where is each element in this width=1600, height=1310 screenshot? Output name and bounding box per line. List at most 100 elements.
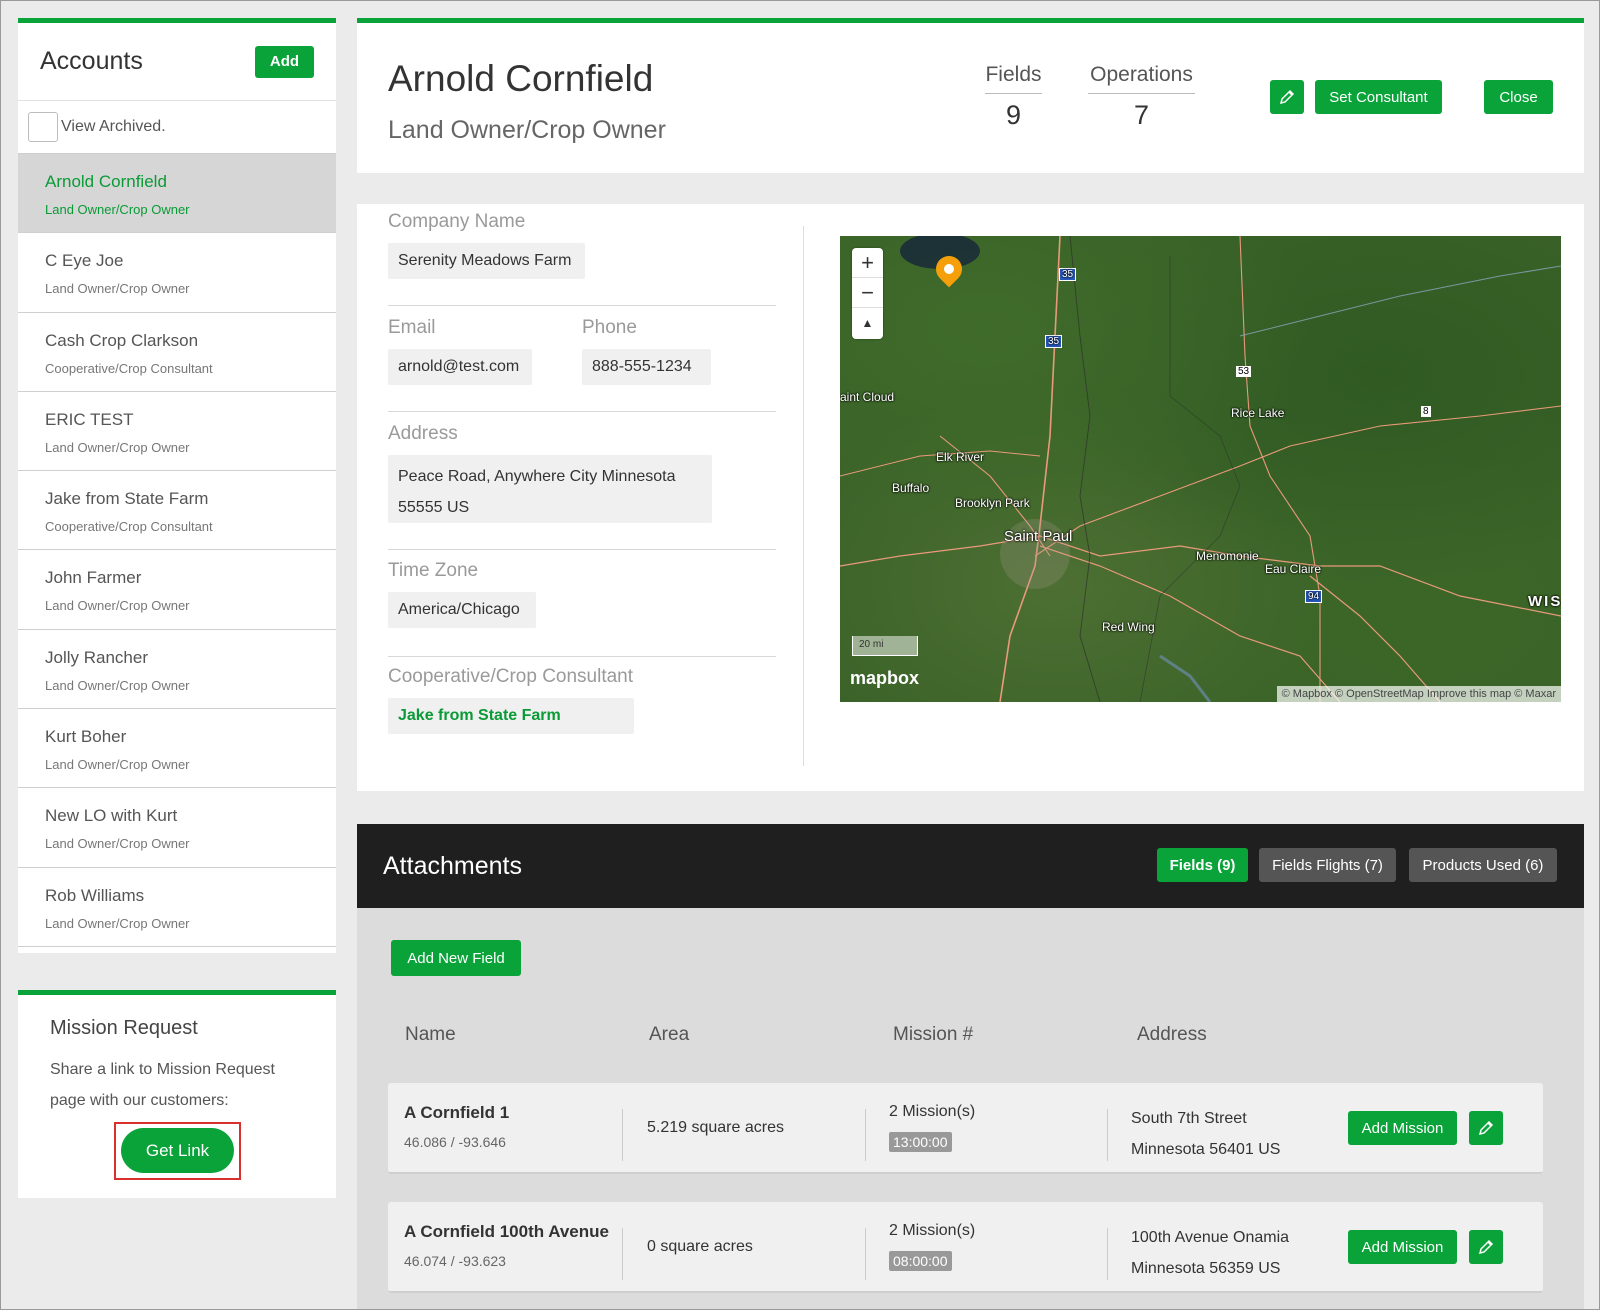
email-value: arnold@test.com <box>388 349 532 385</box>
accounts-title: Accounts <box>40 47 143 75</box>
account-item[interactable]: Rob Williams Land Owner/Crop Owner <box>18 868 336 947</box>
column-header-name: Name <box>405 1024 456 1045</box>
phone-value: 888-555-1234 <box>582 349 711 385</box>
add-new-field-button[interactable]: Add New Field <box>391 940 521 976</box>
pencil-icon <box>1478 1120 1494 1136</box>
account-item[interactable]: ERIC TEST Land Owner/Crop Owner <box>18 392 336 472</box>
field-address-line2: Minnesota 56359 US <box>1131 1260 1281 1277</box>
account-item[interactable]: C Eye Joe Land Owner/Crop Owner <box>18 233 336 313</box>
account-role: Land Owner/Crop Owner <box>45 281 190 297</box>
account-item[interactable]: Cash Crop Clarkson Cooperative/Crop Cons… <box>18 313 336 392</box>
close-button[interactable]: Close <box>1484 80 1553 114</box>
interstate-shield-icon: 35 <box>1059 268 1077 281</box>
consultant-label: Cooperative/Crop Consultant <box>388 666 634 687</box>
mission-time-badge: 08:00:00 <box>889 1251 952 1271</box>
tab-fields[interactable]: Fields (9) <box>1157 848 1248 882</box>
add-account-button[interactable]: Add <box>255 45 314 78</box>
location-map[interactable]: + − ▲ aint Cloud Elk River Buffalo Brook… <box>840 236 1561 702</box>
account-subtitle: Land Owner/Crop Owner <box>388 116 666 144</box>
account-role: Cooperative/Crop Consultant <box>45 519 213 535</box>
divider <box>865 1228 866 1280</box>
account-name: ERIC TEST <box>45 409 134 429</box>
map-attribution[interactable]: © Mapbox © OpenStreetMap Improve this ma… <box>1276 686 1561 702</box>
field-area: 0 square acres <box>647 1238 753 1255</box>
highway-shield-icon: 8 <box>1421 406 1431 417</box>
account-role: Land Owner/Crop Owner <box>45 677 190 693</box>
divider <box>1107 1109 1108 1161</box>
table-row[interactable]: A Cornfield 100th Avenue 46.074 / -93.62… <box>388 1202 1543 1293</box>
divider <box>388 411 776 412</box>
tab-products-used[interactable]: Products Used (6) <box>1409 848 1557 882</box>
mission-time-badge: 13:00:00 <box>889 1132 952 1152</box>
add-mission-button[interactable]: Add Mission <box>1348 1230 1457 1264</box>
column-header-address: Address <box>1137 1024 1207 1045</box>
field-address-line2: Minnesota 56401 US <box>1131 1141 1281 1158</box>
consultant-value[interactable]: Jake from State Farm <box>388 698 634 734</box>
view-archived-label: View Archived. <box>61 118 166 135</box>
interstate-shield-icon: 94 <box>1305 590 1323 603</box>
city-label: Saint Paul <box>1004 528 1073 545</box>
table-row[interactable]: A Cornfield 1 46.086 / -93.646 5.219 squ… <box>388 1083 1543 1174</box>
company-name-label: Company Name <box>388 211 526 232</box>
zoom-in-button[interactable]: + <box>852 248 883 278</box>
account-title: Arnold Cornfield <box>388 58 654 99</box>
field-address-line1: 100th Avenue Onamia <box>1131 1229 1290 1246</box>
get-link-button[interactable]: Get Link <box>121 1128 234 1173</box>
field-name: A Cornfield 1 <box>404 1103 510 1122</box>
vertical-divider <box>803 226 804 766</box>
city-label: Elk River <box>936 450 985 464</box>
city-label: Menomonie <box>1196 549 1259 563</box>
account-name: Kurt Boher <box>45 727 127 747</box>
accounts-sidebar: Accounts Add View Archived. Arnold Cornf… <box>18 18 336 953</box>
account-header-card: Arnold Cornfield Land Owner/Crop Owner F… <box>357 18 1584 173</box>
view-archived-row[interactable]: View Archived. <box>18 101 336 154</box>
view-archived-checkbox[interactable] <box>28 112 58 142</box>
account-role: Land Owner/Crop Owner <box>45 202 190 217</box>
column-header-mission: Mission # <box>893 1024 974 1045</box>
interstate-shield-icon: 35 <box>1045 335 1063 348</box>
account-details-card: Company Name Serenity Meadows Farm Email… <box>357 204 1584 791</box>
account-role: Cooperative/Crop Consultant <box>45 360 213 376</box>
city-label: Buffalo <box>892 481 930 495</box>
edit-account-button[interactable] <box>1270 80 1304 114</box>
add-mission-button[interactable]: Add Mission <box>1348 1111 1457 1145</box>
city-label: Brooklyn Park <box>955 496 1030 510</box>
divider <box>622 1228 623 1280</box>
edit-field-button[interactable] <box>1469 1230 1503 1264</box>
attachments-title: Attachments <box>383 851 522 880</box>
fields-label: Fields <box>985 63 1042 94</box>
phone-label: Phone <box>582 317 637 338</box>
city-label: Rice Lake <box>1231 406 1285 420</box>
field-address: 100th Avenue Onamia Minnesota 56359 US <box>1131 1222 1289 1284</box>
divider <box>388 549 776 550</box>
account-name: C Eye Joe <box>45 251 124 271</box>
fields-stat: Fields 9 <box>985 63 1042 131</box>
map-controls: + − ▲ <box>852 248 883 339</box>
divider <box>1107 1228 1108 1280</box>
edit-field-button[interactable] <box>1469 1111 1503 1145</box>
divider <box>388 656 776 657</box>
zoom-out-button[interactable]: − <box>852 278 883 308</box>
account-item[interactable]: New LO with Kurt Land Owner/Crop Owner <box>18 788 336 868</box>
account-item[interactable]: Jolly Rancher Land Owner/Crop Owner <box>18 630 336 710</box>
mission-request-title: Mission Request <box>50 1017 198 1039</box>
account-role: Land Owner/Crop Owner <box>45 439 190 455</box>
attachments-panel: Attachments Fields (9) Fields Flights (7… <box>357 824 1584 1310</box>
account-item[interactable]: John Farmer Land Owner/Crop Owner <box>18 550 336 630</box>
mapbox-logo: mapbox <box>850 668 920 688</box>
divider <box>622 1109 623 1161</box>
email-label: Email <box>388 317 436 338</box>
operations-label: Operations <box>1088 63 1195 94</box>
account-name: Arnold Cornfield <box>45 172 167 191</box>
account-item[interactable]: Jake from State Farm Cooperative/Crop Co… <box>18 471 336 551</box>
mission-request-card: Mission Request Share a link to Mission … <box>18 990 336 1198</box>
account-item[interactable]: Arnold Cornfield Land Owner/Crop Owner <box>18 154 336 234</box>
pencil-icon <box>1478 1239 1494 1255</box>
set-consultant-button[interactable]: Set Consultant <box>1315 80 1442 114</box>
account-item[interactable]: Kurt Boher Land Owner/Crop Owner <box>18 709 336 789</box>
tab-fields-flights[interactable]: Fields Flights (7) <box>1259 848 1396 882</box>
divider <box>865 1109 866 1161</box>
field-missions: 2 Mission(s) <box>889 1103 976 1120</box>
compass-button[interactable]: ▲ <box>852 308 883 338</box>
field-address-line1: South 7th Street <box>1131 1110 1247 1127</box>
